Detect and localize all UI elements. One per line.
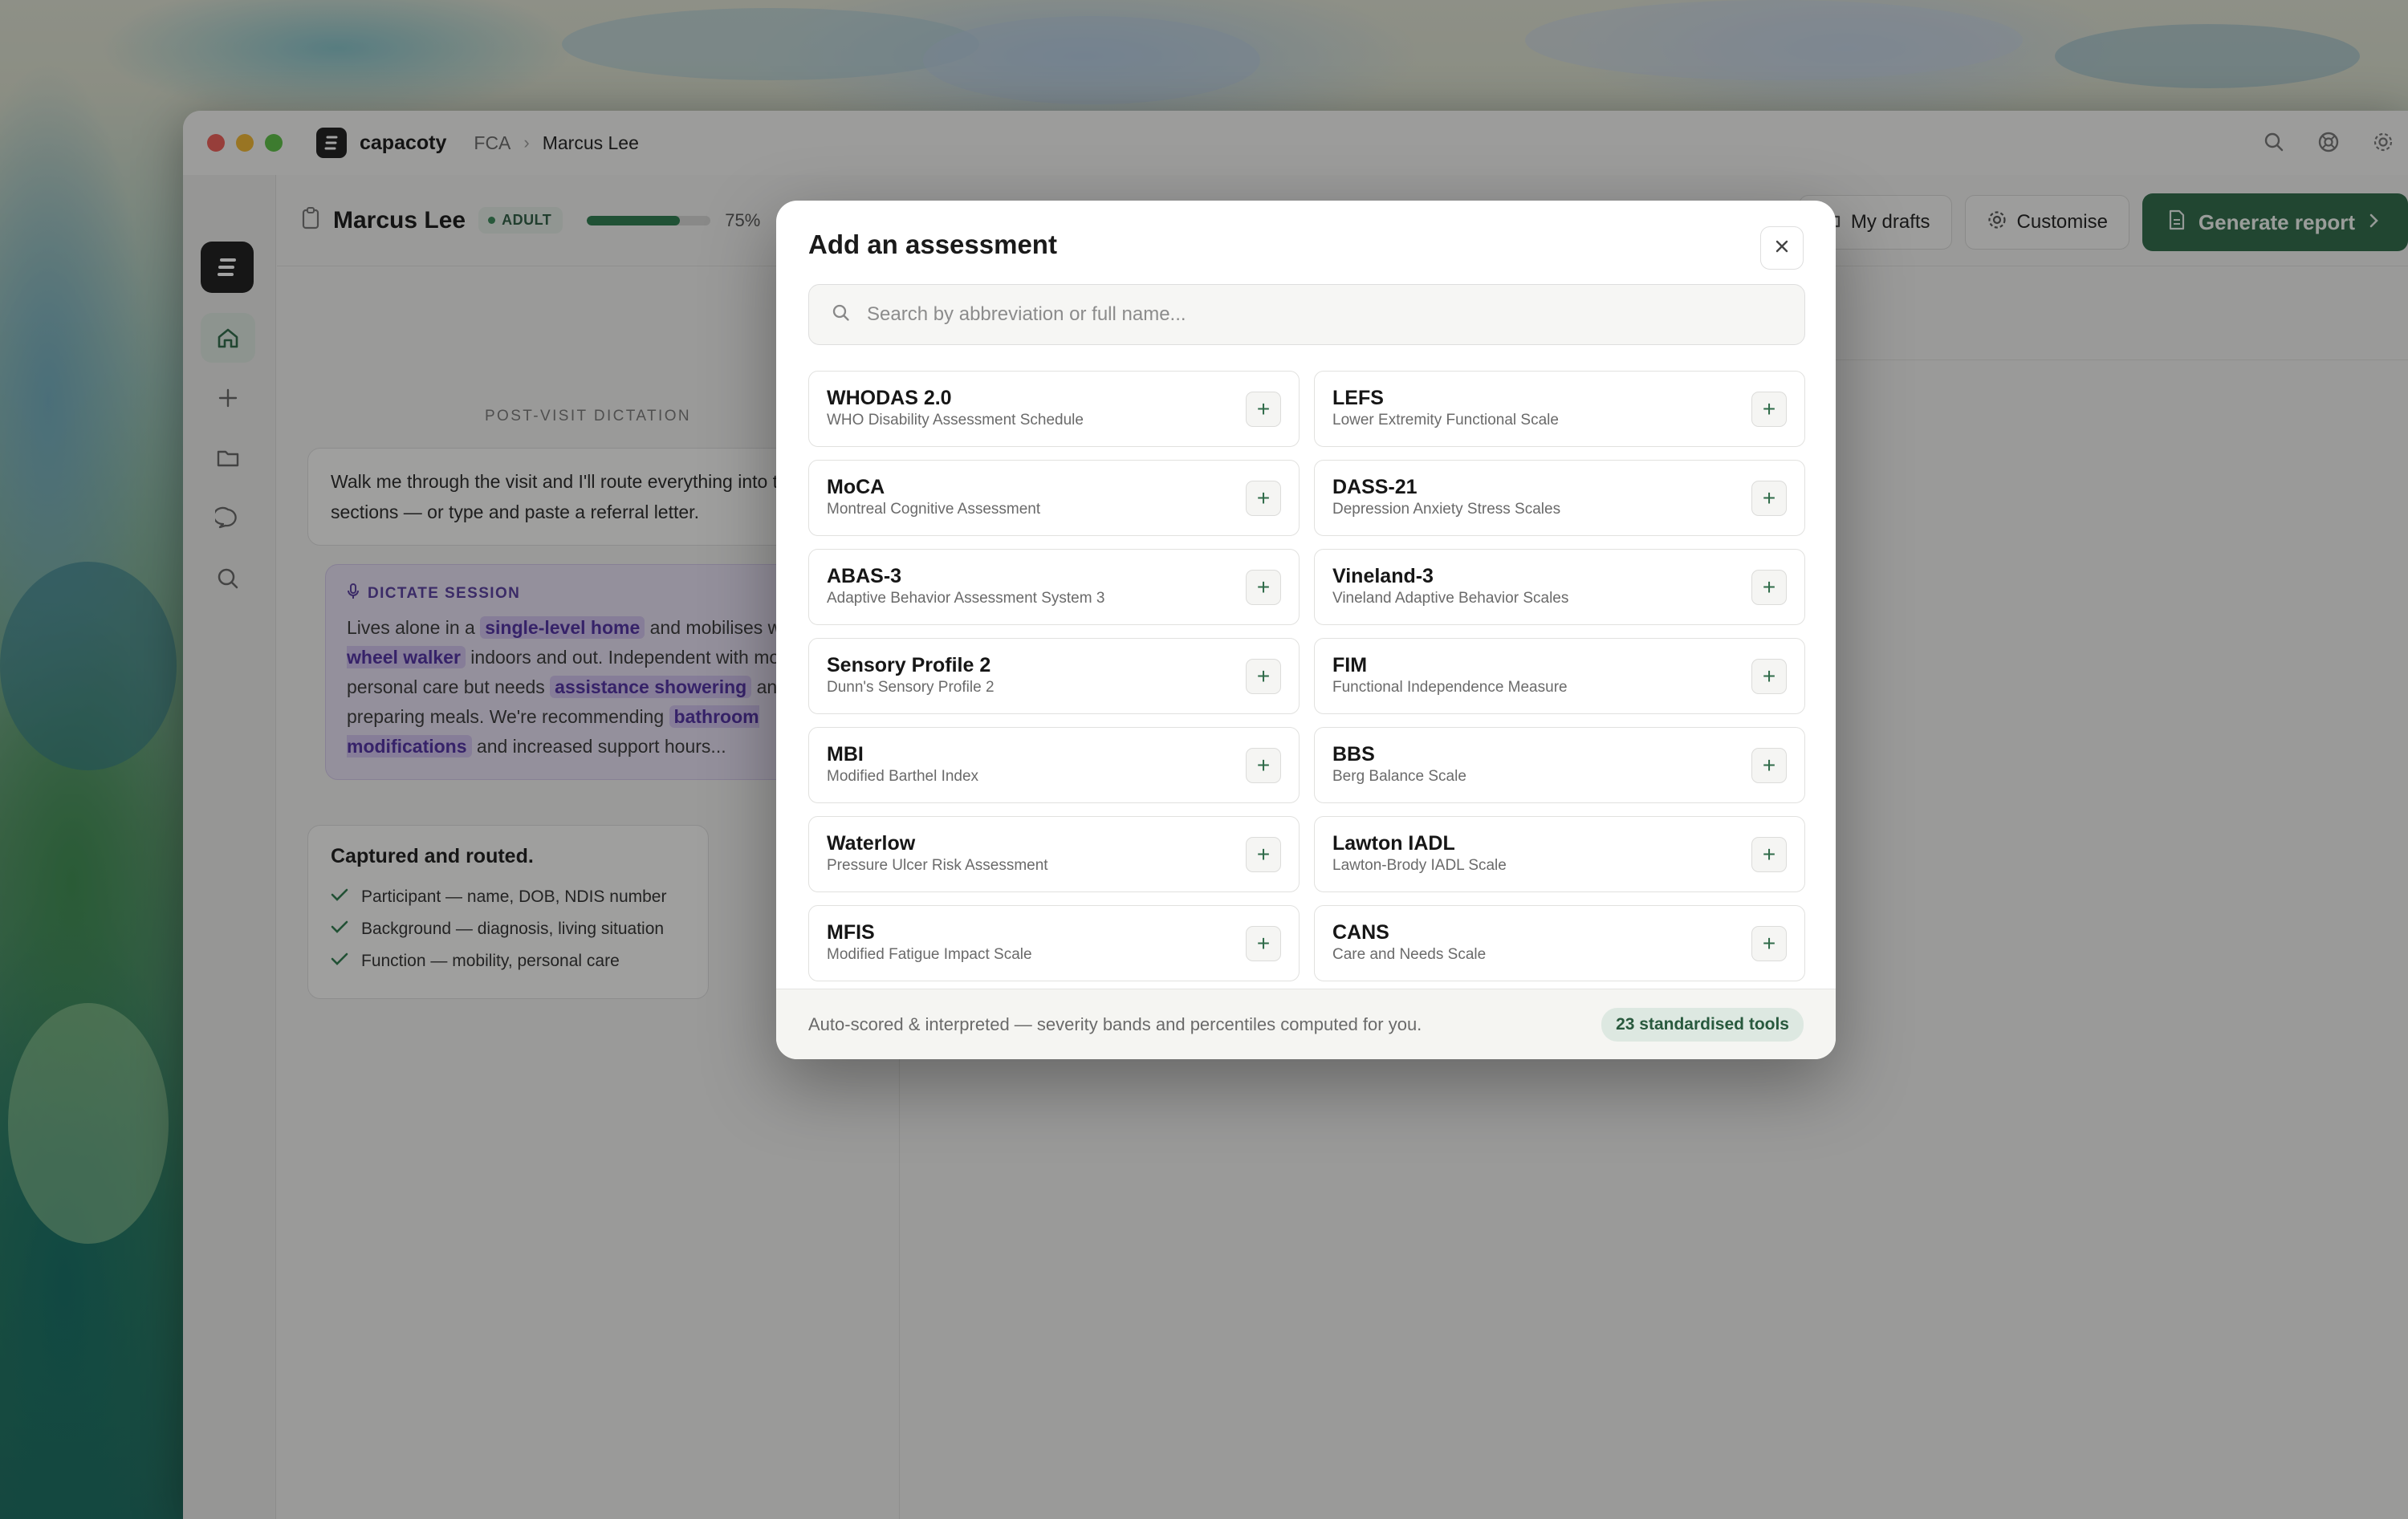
assessment-card[interactable]: DASS-21 Depression Anxiety Stress Scales +	[1314, 460, 1805, 536]
assessment-full-name: Vineland Adaptive Behavior Scales	[1332, 590, 1569, 607]
assessment-card[interactable]: Vineland-3 Vineland Adaptive Behavior Sca…	[1314, 549, 1805, 625]
assessment-abbreviation: Waterlow	[827, 832, 916, 855]
assessment-card[interactable]: LEFS Lower Extremity Functional Scale +	[1314, 371, 1805, 447]
assessment-grid: WHODAS 2.0 WHO Disability Assessment Sche…	[808, 371, 1805, 981]
add-assessment-button[interactable]: +	[1246, 570, 1281, 605]
assessment-full-name: Lawton-Brody IADL Scale	[1332, 857, 1507, 874]
assessment-card[interactable]: Sensory Profile 2 Dunn's Sensory Profile …	[808, 638, 1300, 714]
dialog-footer: Auto-scored & interpreted — severity ban…	[776, 989, 1836, 1059]
add-assessment-dialog: Add an assessment WHODAS 2.0 WHO Disabili…	[776, 201, 1836, 1059]
assessment-card[interactable]: ABAS-3 Adaptive Behavior Assessment Syste…	[808, 549, 1300, 625]
dialog-title: Add an assessment	[808, 229, 1057, 259]
assessment-abbreviation: FIM	[1332, 654, 1368, 676]
assessment-abbreviation: Vineland-3	[1332, 565, 1434, 587]
add-assessment-button[interactable]: +	[1246, 392, 1281, 427]
tool-count-badge: 23 standardised tools	[1601, 1007, 1804, 1042]
assessment-full-name: Modified Fatigue Impact Scale	[827, 946, 1032, 963]
assessment-full-name: WHO Disability Assessment Schedule	[827, 412, 1084, 428]
assessment-card[interactable]: CANS Care and Needs Scale +	[1314, 905, 1805, 981]
add-assessment-button[interactable]: +	[1246, 481, 1281, 516]
add-assessment-button[interactable]: +	[1751, 926, 1787, 961]
assessment-full-name: Pressure Ulcer Risk Assessment	[827, 857, 1048, 874]
assessment-abbreviation: DASS-21	[1332, 476, 1418, 498]
assessment-full-name: Adaptive Behavior Assessment System 3	[827, 590, 1105, 607]
assessment-abbreviation: ABAS-3	[827, 565, 902, 587]
assessment-full-name: Depression Anxiety Stress Scales	[1332, 501, 1561, 518]
assessment-search	[808, 284, 1805, 345]
close-dialog-button[interactable]	[1760, 226, 1804, 270]
assessment-full-name: Lower Extremity Functional Scale	[1332, 412, 1559, 428]
assessment-abbreviation: BBS	[1332, 743, 1375, 766]
assessment-abbreviation: MFIS	[827, 921, 875, 944]
assessment-card[interactable]: MBI Modified Barthel Index +	[808, 727, 1300, 803]
add-assessment-button[interactable]: +	[1246, 926, 1281, 961]
assessment-abbreviation: MoCA	[827, 476, 885, 498]
assessment-abbreviation: MBI	[827, 743, 864, 766]
assessment-card[interactable]: WHODAS 2.0 WHO Disability Assessment Sche…	[808, 371, 1300, 447]
add-assessment-button[interactable]: +	[1246, 837, 1281, 872]
assessment-card[interactable]: BBS Berg Balance Scale +	[1314, 727, 1805, 803]
assessment-abbreviation: LEFS	[1332, 387, 1384, 409]
add-assessment-button[interactable]: +	[1246, 748, 1281, 783]
assessment-card[interactable]: MFIS Modified Fatigue Impact Scale +	[808, 905, 1300, 981]
assessment-abbreviation: Lawton IADL	[1332, 832, 1455, 855]
assessment-card[interactable]: MoCA Montreal Cognitive Assessment +	[808, 460, 1300, 536]
assessment-full-name: Montreal Cognitive Assessment	[827, 501, 1041, 518]
close-icon	[1774, 238, 1790, 258]
add-assessment-button[interactable]: +	[1751, 659, 1787, 694]
add-assessment-button[interactable]: +	[1751, 748, 1787, 783]
search-icon	[832, 303, 851, 327]
add-assessment-button[interactable]: +	[1751, 570, 1787, 605]
assessment-full-name: Dunn's Sensory Profile 2	[827, 679, 995, 696]
assessment-full-name: Care and Needs Scale	[1332, 946, 1487, 963]
assessment-abbreviation: CANS	[1332, 921, 1389, 944]
assessment-full-name: Modified Barthel Index	[827, 768, 979, 785]
assessment-abbreviation: WHODAS 2.0	[827, 387, 952, 409]
add-assessment-button[interactable]: +	[1751, 837, 1787, 872]
add-assessment-button[interactable]: +	[1246, 659, 1281, 694]
footer-note: Auto-scored & interpreted — severity ban…	[808, 1013, 1422, 1034]
search-input[interactable]	[867, 303, 1750, 326]
assessment-full-name: Berg Balance Scale	[1332, 768, 1466, 785]
assessment-full-name: Functional Independence Measure	[1332, 679, 1568, 696]
add-assessment-button[interactable]: +	[1751, 392, 1787, 427]
assessment-card[interactable]: Lawton IADL Lawton-Brody IADL Scale +	[1314, 816, 1805, 892]
assessment-card[interactable]: FIM Functional Independence Measure +	[1314, 638, 1805, 714]
assessment-abbreviation: Sensory Profile 2	[827, 654, 991, 676]
assessment-card[interactable]: Waterlow Pressure Ulcer Risk Assessment +	[808, 816, 1300, 892]
add-assessment-button[interactable]: +	[1751, 481, 1787, 516]
